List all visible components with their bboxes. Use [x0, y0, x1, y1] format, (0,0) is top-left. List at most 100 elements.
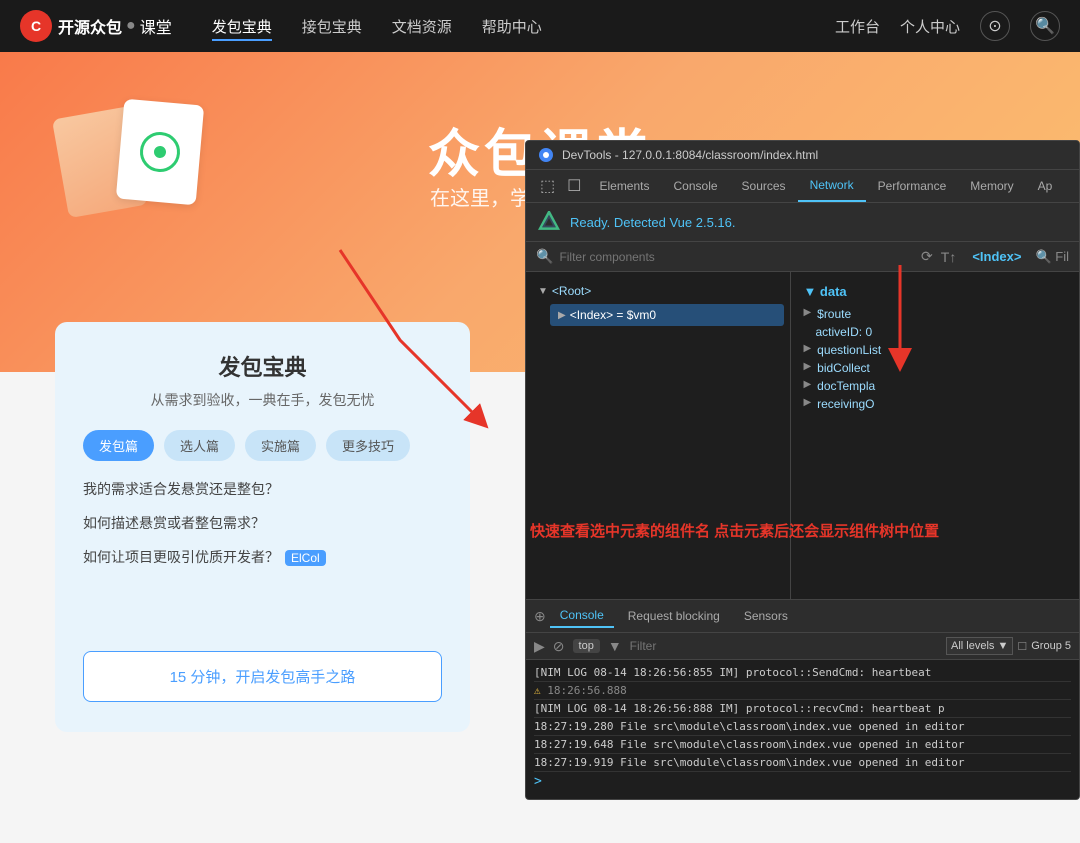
filter-right: ⟳ T↑ <Index> 🔍 Fil [921, 248, 1069, 265]
blue-card-button[interactable]: 15 分钟，开启发包高手之路 [83, 651, 442, 702]
card-item-3: 如何让项目更吸引优质开发者？ElCol [83, 547, 442, 567]
data-key-activeid: activeID: 0 [815, 325, 872, 339]
data-row-receivingo: ▶ receivingO [799, 395, 1071, 413]
blue-card-subtitle: 从需求到验收，一典在手，发包无忧 [83, 390, 442, 410]
console-area: ⊕ Console Request blocking Sensors ▶ ⊘ t… [526, 599, 1079, 799]
devtools-tab-sources[interactable]: Sources [730, 171, 798, 201]
card-item-1: 我的需求适合发悬赏还是整包？ [83, 479, 442, 499]
card-item-2: 如何描述悬赏或者整包需求？ [83, 513, 442, 533]
console-toolbar: ▶ ⊘ top ▼ All levels ▼ ☐ Group 5 [526, 633, 1079, 660]
vue-ready-text: Ready. Detected Vue 2.5.16. [570, 215, 736, 230]
logo-classroom-text: 课堂 [140, 14, 172, 38]
tab-more[interactable]: 更多技巧 [326, 430, 410, 461]
tab-xuanren[interactable]: 选人篇 [164, 430, 235, 461]
devtools-tab-elements[interactable]: Elements [587, 171, 661, 201]
data-row-doctempla: ▶ docTempla [799, 377, 1071, 395]
log-line-5: 18:27:19.919 File src\module\classroom\i… [534, 754, 1071, 772]
hero-card-right [116, 99, 204, 206]
devtools-data-panel: ▼ data ▶ $route activeID: 0 ▶ questionLi… [791, 272, 1079, 599]
data-key-doctempla: docTempla [817, 379, 875, 393]
console-group-checkbox[interactable]: ☐ [1017, 640, 1027, 653]
devtools-title: DevTools - 127.0.0.1:8084/classroom/inde… [562, 148, 818, 162]
devtools-favicon [538, 147, 554, 163]
data-row-activeid: activeID: 0 [799, 323, 1071, 341]
devtools-body: ▼ <Root> ▶ <Index> = $vm0 ▼ data ▶ $rout… [526, 272, 1079, 599]
devtools-tab-network[interactable]: Network [798, 170, 866, 202]
logo-brand-text: 开源众包 [58, 14, 122, 38]
hero-circle-inner [153, 145, 166, 158]
filter-input[interactable] [559, 250, 921, 264]
logo-dot: ● [126, 17, 136, 35]
log-line-4: 18:27:19.648 File src\module\classroom\i… [534, 736, 1071, 754]
tree-root-label: <Root> [552, 284, 591, 298]
blue-card-title: 发包宝典 [83, 350, 442, 382]
tree-index-item[interactable]: ▶ <Index> = $vm0 [550, 304, 784, 326]
console-tabs-row: ⊕ Console Request blocking Sensors [526, 600, 1079, 633]
console-tab-request-blocking[interactable]: Request blocking [618, 605, 730, 627]
blue-card-items: 我的需求适合发悬赏还是整包？ 如何描述悬赏或者整包需求？ 如何让项目更吸引优质开… [83, 479, 442, 567]
console-filter-input[interactable] [630, 639, 938, 653]
filter-options-icon[interactable]: T↑ [941, 249, 957, 265]
data-row-route: ▶ $route [799, 305, 1071, 323]
nav-search[interactable]: 🔍 [1030, 11, 1060, 41]
nav-right: 工作台 个人中心 ⊙ 🔍 [835, 11, 1060, 41]
devtools-tree: ▼ <Root> ▶ <Index> = $vm0 [526, 272, 791, 599]
elcol-badge: ElCol [285, 550, 326, 566]
console-stop-icon[interactable]: ⊘ [553, 638, 565, 655]
console-prompt[interactable]: > [534, 772, 1071, 789]
search-icon: 🔍 [536, 248, 553, 265]
nav-workspace[interactable]: 工作台 [835, 16, 880, 37]
filter-search-icon[interactable]: 🔍 Fil [1035, 249, 1069, 265]
console-play-icon[interactable]: ▶ [534, 638, 545, 655]
index-badge: <Index> [972, 249, 1021, 264]
devtools-tab-performance[interactable]: Performance [866, 171, 959, 201]
tree-index-label: <Index> = $vm0 [570, 308, 656, 322]
console-log-area[interactable]: [NIM LOG 08-14 18:26:56:855 IM] protocol… [526, 660, 1079, 799]
devtools-panel: DevTools - 127.0.0.1:8084/classroom/inde… [525, 140, 1080, 800]
data-key-receivingo: receivingO [817, 397, 874, 411]
logo-icon: C [20, 10, 52, 42]
console-tab-console[interactable]: Console [550, 604, 614, 628]
devtools-tabs-row: ⬚ ☐ Elements Console Sources Network Per… [526, 170, 1079, 203]
filter-row: 🔍 ⟳ T↑ <Index> 🔍 Fil [526, 242, 1079, 272]
hero-circle [138, 130, 181, 173]
nav-item-help[interactable]: 帮助中心 [482, 12, 542, 41]
tab-shishi[interactable]: 实施篇 [245, 430, 316, 461]
nav-item-fabao[interactable]: 发包宝典 [212, 12, 272, 41]
console-dropdown-icon[interactable]: ▼ [608, 638, 622, 654]
devtools-cursor-icon[interactable]: ⬚ [534, 170, 561, 202]
console-icon[interactable]: ⊕ [534, 608, 546, 625]
data-title: ▼ data [799, 280, 1071, 305]
tab-fabao[interactable]: 发包篇 [83, 430, 154, 461]
nav-item-jiebao[interactable]: 接包宝典 [302, 12, 362, 41]
top-navigation: C 开源众包 ● 课堂 发包宝典 接包宝典 文档资源 帮助中心 工作台 个人中心… [0, 0, 1080, 52]
console-level-select[interactable]: All levels ▼ [946, 637, 1013, 655]
nav-items: 发包宝典 接包宝典 文档资源 帮助中心 [212, 12, 835, 41]
nav-avatar[interactable]: ⊙ [980, 11, 1010, 41]
blue-card: 发包宝典 从需求到验收，一典在手，发包无忧 发包篇 选人篇 实施篇 更多技巧 我… [55, 322, 470, 732]
data-key-bidcollect: bidCollect [817, 361, 870, 375]
console-top-badge[interactable]: top [573, 639, 600, 653]
console-tab-sensors[interactable]: Sensors [734, 605, 798, 627]
vue-logo-icon [538, 211, 560, 233]
blue-card-tabs: 发包篇 选人篇 实施篇 更多技巧 [83, 430, 442, 461]
log-line-3: 18:27:19.280 File src\module\classroom\i… [534, 718, 1071, 736]
log-line-warn: ⚠ 18:26:56.888 [534, 682, 1071, 700]
vue-devtools-bar: Ready. Detected Vue 2.5.16. [526, 203, 1079, 242]
log-line-1: [NIM LOG 08-14 18:26:56:855 IM] protocol… [534, 664, 1071, 682]
data-row-bidcollect: ▶ bidCollect [799, 359, 1071, 377]
log-line-2: [NIM LOG 08-14 18:26:56:888 IM] protocol… [534, 700, 1071, 718]
nav-profile[interactable]: 个人中心 [900, 16, 960, 37]
devtools-tab-memory[interactable]: Memory [958, 171, 1025, 201]
filter-refresh-icon[interactable]: ⟳ [921, 248, 933, 265]
nav-item-documents[interactable]: 文档资源 [392, 12, 452, 41]
data-key-questionlist: questionList [817, 343, 881, 357]
tree-root[interactable]: ▼ <Root> [526, 280, 790, 302]
devtools-tab-ap[interactable]: Ap [1026, 171, 1065, 201]
devtools-titlebar: DevTools - 127.0.0.1:8084/classroom/inde… [526, 141, 1079, 170]
annotation-text: 快速查看选中元素的组件名 点击元素后还会显示组件树中位置 [530, 520, 939, 541]
data-row-questionlist: ▶ questionList [799, 341, 1071, 359]
devtools-tab-console[interactable]: Console [662, 171, 730, 201]
logo: C 开源众包 ● 课堂 [20, 10, 172, 42]
devtools-device-icon[interactable]: ☐ [561, 170, 587, 202]
